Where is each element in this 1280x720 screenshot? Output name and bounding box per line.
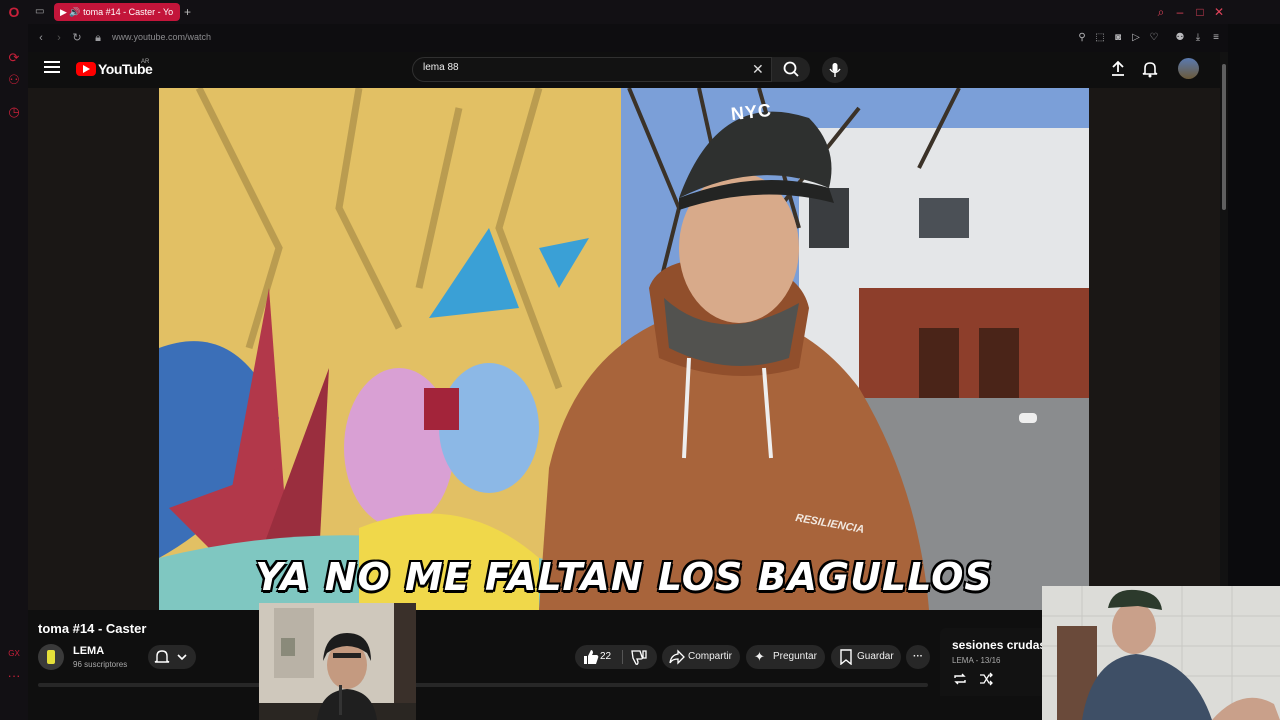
sparkle-icon: ✦ — [754, 649, 765, 664]
cap-logo: NYC — [730, 99, 773, 125]
history-icon[interactable]: ◷ — [6, 104, 22, 120]
channel-avatar[interactable] — [38, 644, 64, 670]
url-field[interactable]: www.youtube.com/watch — [112, 32, 211, 42]
search-icon — [783, 61, 799, 77]
page-scrollbar-thumb[interactable] — [1222, 64, 1226, 210]
subscriber-count: 96 suscriptores — [73, 660, 128, 669]
ask-button[interactable]: ✦ Preguntar — [746, 645, 825, 669]
lock-icon: 🔒︎ — [95, 32, 101, 44]
reload-icon[interactable]: ↻ — [70, 31, 84, 45]
playlist-title[interactable]: sesiones crudas — [952, 638, 1046, 652]
voice-search-button[interactable] — [822, 57, 848, 83]
search-tabs-icon[interactable]: ⌕ — [1153, 4, 1169, 20]
video-scene — [159, 88, 1089, 610]
search-button[interactable] — [772, 57, 810, 82]
more-actions-button[interactable]: ··· — [906, 645, 930, 669]
channel-name[interactable]: LEMA — [73, 645, 104, 657]
maximize-button[interactable]: □ — [1192, 4, 1208, 20]
streamer-webcam-scene — [259, 603, 416, 720]
bookmark-icon[interactable]: ⚲ — [1075, 31, 1089, 45]
heart-icon[interactable]: ♡ — [1147, 31, 1161, 45]
chevron-down-icon — [177, 654, 187, 661]
close-window-button[interactable]: ✕ — [1211, 4, 1227, 20]
dislike-button[interactable] — [628, 645, 652, 669]
thumbs-down-icon — [631, 650, 647, 665]
tab-island-icon[interactable]: ▭ — [35, 6, 49, 18]
save-button[interactable]: Guardar — [831, 645, 901, 669]
clear-search-icon[interactable]: ✕ — [752, 61, 764, 78]
notifications-icon[interactable] — [1140, 60, 1160, 78]
tab-active[interactable]: ▶ 🔊 toma #14 - Caster - Yo — [54, 3, 180, 21]
like-count: 22 — [600, 651, 612, 662]
share-button[interactable]: Compartir — [662, 645, 740, 669]
user-avatar[interactable] — [1178, 58, 1199, 79]
pocket-icon[interactable]: ◙ — [1111, 31, 1125, 45]
video-subtitle: YA NO ME FALTAN LOS BAGULLOS — [255, 555, 993, 599]
youtube-play-icon — [83, 65, 90, 73]
shuffle-icon — [980, 672, 993, 686]
streamer-webcam — [259, 603, 416, 720]
speed-dial-icon[interactable]: ⟳ — [6, 50, 22, 66]
snapshot-icon[interactable]: ⬚ — [1093, 31, 1107, 45]
opera-sidebar: O ⟳ ⚇ ◷ GX ··· — [0, 0, 28, 720]
search-input[interactable] — [412, 57, 772, 82]
audio-playing-icon: ▶ 🔊 — [60, 7, 84, 17]
upload-icon[interactable] — [1108, 60, 1128, 78]
profile-icon[interactable]: ⚉ — [1173, 31, 1187, 45]
messenger-icon[interactable]: ⚇ — [6, 72, 22, 88]
bookmark-save-icon — [840, 649, 852, 665]
minimize-button[interactable]: – — [1172, 4, 1188, 20]
gx-icon[interactable]: GX — [6, 646, 22, 662]
video-frame[interactable]: NYC RESILIENCIA — [159, 88, 1089, 610]
bell-icon — [154, 650, 170, 663]
subscription-bell-button[interactable] — [148, 645, 196, 669]
share-icon — [669, 649, 685, 665]
guest-webcam — [1042, 586, 1280, 720]
browser-tab-bar — [0, 0, 1280, 24]
save-label: Guardar — [857, 651, 894, 662]
share-label: Compartir — [688, 651, 732, 662]
loop-icon — [954, 673, 966, 685]
shuffle-playlist-button[interactable] — [978, 671, 994, 687]
back-icon[interactable]: ‹ — [34, 31, 48, 45]
hamburger-menu-icon[interactable] — [44, 60, 60, 74]
microphone-icon — [829, 63, 841, 77]
tab-title: toma #14 - Caster - Yo — [83, 7, 174, 17]
sidebar-more-icon[interactable]: ··· — [6, 668, 22, 684]
thumbs-up-icon — [584, 650, 599, 664]
menu-icon[interactable]: ≡ — [1209, 31, 1223, 45]
guest-webcam-scene — [1042, 586, 1280, 720]
description-box[interactable] — [38, 683, 928, 687]
new-tab-button[interactable]: + — [184, 5, 191, 19]
send-icon[interactable]: ▷ — [1129, 31, 1143, 45]
search-query[interactable]: lema 88 — [423, 62, 459, 73]
more-icon: ··· — [913, 651, 923, 662]
region-code: AR — [141, 59, 150, 65]
forward-icon[interactable]: › — [52, 31, 66, 45]
loop-playlist-button[interactable] — [952, 671, 968, 687]
like-divider — [622, 650, 623, 664]
like-button[interactable]: 22 — [579, 645, 621, 669]
ask-label: Preguntar — [773, 651, 817, 662]
playlist-meta: LEMA - 13/16 — [952, 656, 1001, 665]
video-title: toma #14 - Caster — [38, 621, 147, 636]
download-icon[interactable]: ⤓ — [1191, 31, 1205, 45]
opera-logo-icon[interactable]: O — [6, 4, 22, 20]
